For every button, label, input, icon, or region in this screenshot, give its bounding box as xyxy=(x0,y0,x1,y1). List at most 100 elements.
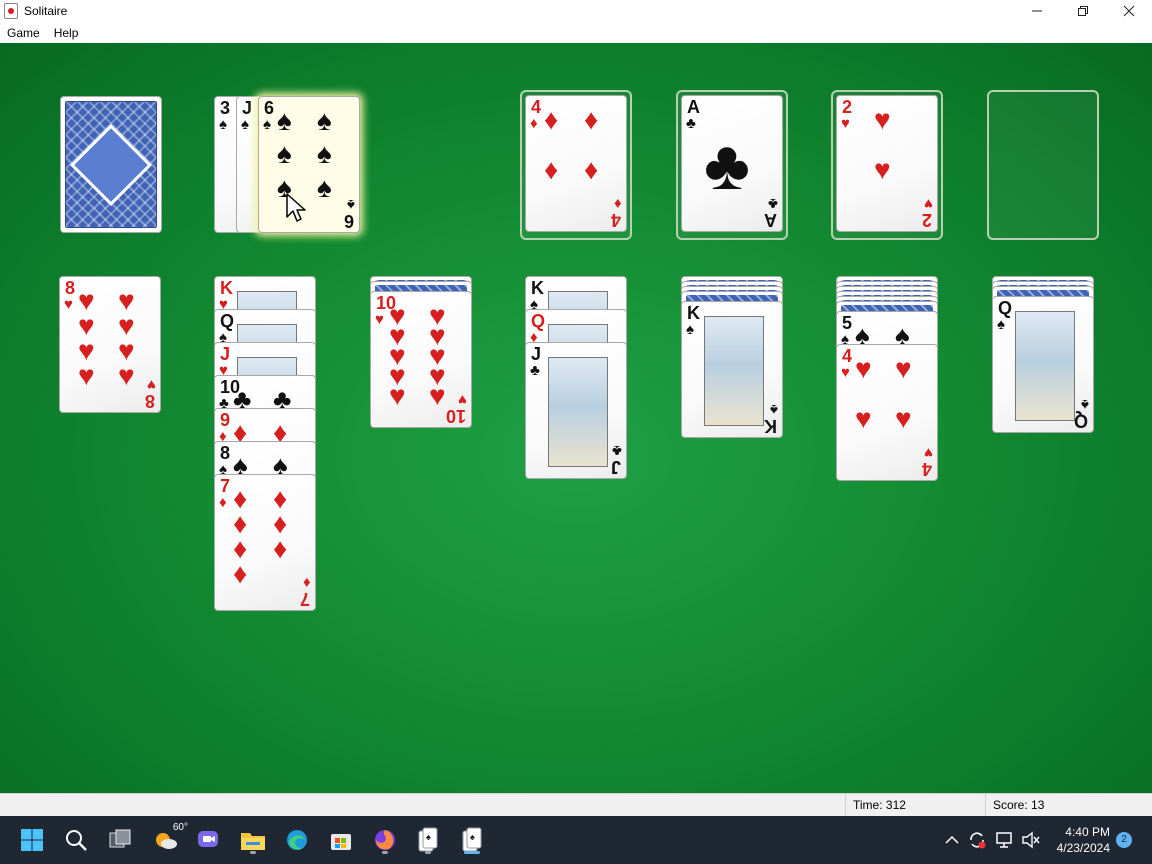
card-rank: 9 xyxy=(220,410,231,430)
network-button[interactable] xyxy=(992,824,1018,856)
svg-text:♠: ♠ xyxy=(470,832,475,842)
edge-icon xyxy=(287,830,307,850)
chat-icon xyxy=(198,831,218,847)
tableau-card[interactable]: Q♠Q♠ xyxy=(992,296,1094,433)
system-clock[interactable]: 4:40 PM 4/23/2024 xyxy=(1057,824,1110,856)
card-pip-icon: ♥ xyxy=(874,154,891,185)
card-rank: 6 xyxy=(264,98,275,118)
card-pip-icon: ♦ xyxy=(544,154,559,185)
card-rank: 2 xyxy=(842,97,853,117)
folder-icon xyxy=(241,833,265,850)
card-pip-icon: ♥ xyxy=(389,380,406,411)
solitaire-taskbar-button-2[interactable]: ♠ xyxy=(456,824,488,856)
card-pip-icon: ♥ xyxy=(78,360,95,391)
card-suit-bottom-icon: ♦ xyxy=(614,195,622,212)
card-rank: K xyxy=(220,278,233,298)
card-suit-bottom-icon: ♠ xyxy=(770,401,778,418)
close-button[interactable] xyxy=(1106,0,1152,22)
firefox-button[interactable] xyxy=(369,824,401,856)
card-suit-icon: ♥ xyxy=(375,311,384,328)
card-pip-icon: ♦ xyxy=(273,533,288,564)
tableau-card[interactable]: K♠K♠ xyxy=(681,301,783,438)
face-card-illustration xyxy=(704,316,764,426)
card-suit-bottom-icon: ♦ xyxy=(303,574,311,591)
card-pip-icon: ♣ xyxy=(704,126,750,204)
menu-bar: Game Help xyxy=(0,22,1152,43)
show-hidden-icons-button[interactable] xyxy=(940,824,964,856)
score-display: Score: 13 xyxy=(985,794,1152,816)
waste-top-card-selected[interactable]: 6 ♠ ♠ ♠ ♠ ♠ ♠ ♠ 6 ♠ xyxy=(258,96,360,233)
tableau-card[interactable]: 8 ♥ ♥ ♥ ♥ ♥ ♥ ♥ ♥ ♥ 8 ♥ xyxy=(59,276,161,413)
menu-help[interactable]: Help xyxy=(47,26,86,40)
tableau-card[interactable]: 4 ♥ ♥ ♥ ♥ ♥ 4 ♥ xyxy=(836,344,938,481)
foundation-card[interactable]: 2 ♥ ♥ ♥ 2 ♥ xyxy=(836,95,938,232)
tableau-card[interactable]: 7 ♦ ♦ ♦ ♦ ♦ ♦ ♦ ♦ 7 ♦ xyxy=(214,474,316,611)
time-display: Time: 312 xyxy=(845,794,985,816)
start-button[interactable] xyxy=(16,824,48,856)
solitaire-cards-icon: ♠ xyxy=(418,827,438,852)
chevron-up-icon xyxy=(945,835,959,844)
card-pip-icon: ♠ xyxy=(317,171,332,203)
card-rank: Q xyxy=(220,311,235,331)
card-rank-bottom: 10 xyxy=(445,406,466,426)
card-rank: J xyxy=(531,344,542,364)
card-suit-bottom-icon: ♠ xyxy=(347,196,355,213)
solitaire-taskbar-button-1[interactable]: ♠ xyxy=(412,824,444,856)
teams-chat-button[interactable] xyxy=(192,824,224,856)
card-suit-icon: ♥ xyxy=(841,364,850,381)
status-bar: Time: 312 Score: 13 xyxy=(0,793,1152,816)
card-rank-bottom: 2 xyxy=(921,210,932,230)
game-table[interactable]: 3♠♠♠♠3♠J♠J♠6♠♠♠♠♠♠♠6♠ 4♦♦♦♦♦4♦A♣♣A♣2♥♥♥2… xyxy=(0,43,1152,793)
stock-pile[interactable] xyxy=(60,96,162,233)
edge-browser-button[interactable] xyxy=(281,824,313,856)
card-rank: Q xyxy=(531,311,546,331)
weather-widget[interactable]: 60° xyxy=(150,822,188,856)
card-suit-bottom-icon: ♥ xyxy=(458,391,467,408)
foundation-card[interactable]: 4 ♦ ♦ ♦ ♦ ♦ 4 ♦ xyxy=(525,95,627,232)
close-icon xyxy=(1123,5,1135,17)
card-rank: 7 xyxy=(220,476,231,496)
volume-button[interactable] xyxy=(1018,824,1044,856)
firefox-icon xyxy=(375,830,395,850)
task-view-button[interactable] xyxy=(104,824,136,856)
card-rank: 8 xyxy=(65,278,76,298)
network-monitor-icon xyxy=(996,832,1012,848)
card-pip-icon: ♥ xyxy=(855,403,872,434)
file-explorer-button[interactable] xyxy=(237,824,269,856)
card-suit-icon: ♥ xyxy=(64,296,73,313)
card-pip-icon: ♦ xyxy=(544,104,559,135)
title-bar: Solitaire xyxy=(0,0,1152,22)
mouse-cursor-icon xyxy=(286,193,306,222)
volume-muted-icon xyxy=(1022,831,1040,849)
taskbar: 60° ♠ ♠ 4:40 PM 4/23/2024 2 xyxy=(0,816,1152,864)
menu-game[interactable]: Game xyxy=(0,26,47,40)
microsoft-store-button[interactable] xyxy=(325,824,357,856)
running-indicator xyxy=(382,851,388,854)
card-rank-bottom: 4 xyxy=(921,459,932,479)
card-suit-icon: ♥ xyxy=(841,115,850,132)
card-pip-icon: ♠ xyxy=(317,138,332,170)
card-pip-icon: ♦ xyxy=(584,154,599,185)
card-pip-icon: ♠ xyxy=(277,105,292,136)
card-suit-bottom-icon: ♥ xyxy=(924,195,933,212)
card-suit-bottom-icon: ♣ xyxy=(612,442,622,459)
card-rank: 8 xyxy=(220,443,231,463)
card-suit-icon: ♦ xyxy=(530,115,538,132)
foundation-card[interactable]: A ♣ ♣ A ♣ xyxy=(681,95,783,232)
restore-button[interactable] xyxy=(1060,0,1106,22)
minimize-button[interactable] xyxy=(1014,0,1060,22)
store-icon xyxy=(331,834,351,850)
card-suit-bottom-icon: ♣ xyxy=(768,195,778,212)
card-suit-icon: ♣ xyxy=(686,115,696,132)
restore-icon xyxy=(1078,6,1088,16)
task-view-icon xyxy=(109,829,131,848)
notification-badge[interactable]: 2 xyxy=(1116,832,1132,848)
tableau-card[interactable]: 10 ♥ ♥ ♥ ♥ ♥ ♥ ♥ ♥ ♥ ♥ ♥ 10 ♥ xyxy=(370,291,472,428)
card-suit-icon: ♠ xyxy=(219,116,227,133)
card-pip-icon: ♥ xyxy=(855,353,872,384)
search-button[interactable] xyxy=(60,824,92,856)
sync-status-button[interactable] xyxy=(964,824,990,856)
foundation-slot[interactable] xyxy=(987,90,1099,240)
tableau-card[interactable]: J ♣ J ♣ xyxy=(525,342,627,479)
card-rank-bottom: 4 xyxy=(610,210,621,230)
